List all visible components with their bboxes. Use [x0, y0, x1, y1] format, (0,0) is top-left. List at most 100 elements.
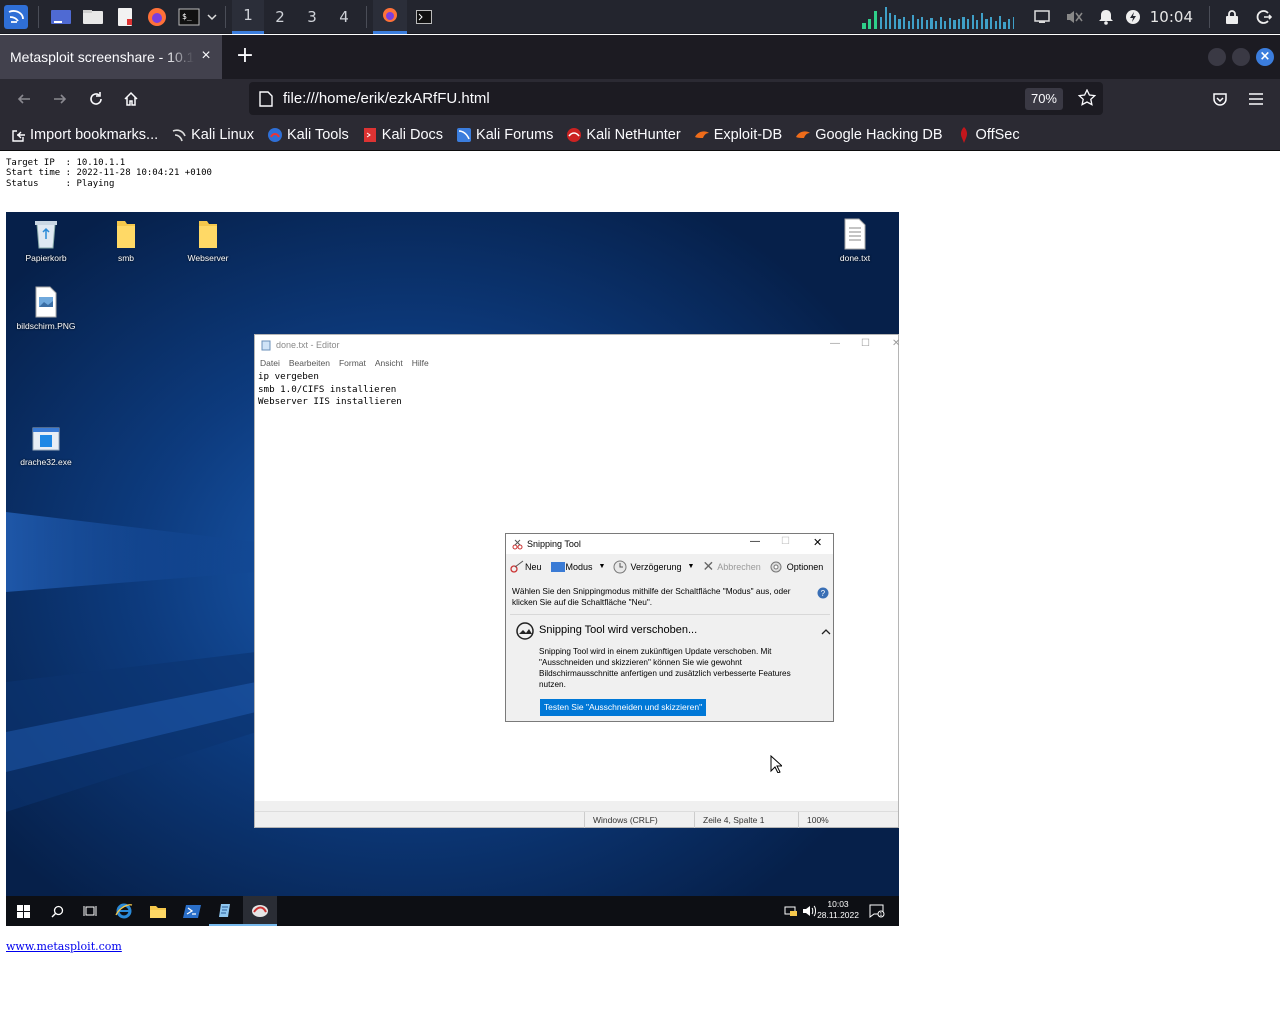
workspace-1[interactable]: 1	[232, 0, 264, 34]
taskbar-internet-explorer[interactable]	[107, 896, 141, 926]
firefox-icon[interactable]	[141, 0, 173, 34]
start-button[interactable]	[6, 896, 40, 926]
bookmark-import[interactable]: Import bookmarks...	[10, 127, 158, 143]
desktop-icon-done-txt[interactable]: done.txt	[815, 218, 895, 263]
notepad-titlebar[interactable]: done.txt - Editor — ☐ ✕	[255, 335, 899, 355]
terminal-icon[interactable]: $_	[173, 0, 205, 34]
workspace-4[interactable]: 4	[328, 0, 360, 34]
taskbar-snipping-tool[interactable]	[243, 896, 277, 926]
taskbar-search-button[interactable]	[40, 896, 74, 926]
snipping-notice-panel: Snipping Tool wird verschoben... Snippin…	[510, 614, 831, 720]
snipping-minimize-icon[interactable]: —	[750, 536, 760, 547]
menu-ansicht[interactable]: Ansicht	[375, 358, 403, 368]
kali-dragon-icon	[171, 127, 187, 143]
bookmark-kali-tools[interactable]: Kali Tools	[267, 127, 349, 143]
forward-button[interactable]	[48, 87, 72, 111]
bookmark-kali-nethunter[interactable]: Kali NetHunter	[566, 127, 681, 143]
notepad-menubar: Datei Bearbeiten Format Ansicht Hilfe	[255, 355, 898, 370]
notepad-text-area[interactable]: ip vergeben smb 1.0/CIFS installieren We…	[258, 371, 402, 409]
text-editor-icon[interactable]	[109, 0, 141, 34]
snipping-close-icon[interactable]: ✕	[813, 536, 822, 549]
desktop-icon-drache32-exe[interactable]: drache32.exe	[6, 424, 86, 467]
back-button[interactable]	[12, 87, 36, 111]
taskbar-clock[interactable]: 10:03 28.11.2022	[817, 899, 859, 921]
notepad-maximize-icon[interactable]: ☐	[861, 338, 870, 349]
bookmark-kali-docs[interactable]: Kali Docs	[362, 127, 443, 143]
menu-datei[interactable]: Datei	[260, 358, 280, 368]
desktop-icon-label: Papierkorb	[25, 253, 67, 263]
home-button[interactable]	[119, 87, 143, 111]
maximize-window-button[interactable]	[1232, 48, 1250, 66]
chevron-up-icon[interactable]	[821, 628, 831, 636]
snipping-titlebar[interactable]: Snipping Tool — ☐ ✕	[506, 534, 833, 554]
taskbar-firefox-window[interactable]	[373, 0, 407, 34]
taskbar-notepad[interactable]	[209, 896, 243, 926]
options-button[interactable]: Optionen	[769, 560, 823, 574]
new-snip-button[interactable]: Neu	[509, 560, 542, 574]
gear-icon	[770, 561, 782, 572]
new-snip-icon	[510, 560, 524, 573]
power-status-icon[interactable]	[1122, 0, 1144, 34]
notepad-minimize-icon[interactable]: —	[830, 338, 840, 349]
notepad-icon	[219, 904, 230, 917]
desktop-icon-recycle-bin[interactable]: Papierkorb	[6, 218, 86, 263]
bookmark-kali-linux[interactable]: Kali Linux	[171, 127, 254, 143]
show-desktop-icon[interactable]	[45, 0, 77, 34]
hamburger-menu-icon	[1249, 93, 1263, 105]
volume-tray-icon[interactable]	[802, 905, 816, 917]
logout-icon[interactable]	[1248, 0, 1280, 34]
delay-button[interactable]: Verzögerung ▼	[613, 560, 694, 574]
taskbar-powershell[interactable]	[175, 896, 209, 926]
bookmark-kali-forums[interactable]: Kali Forums	[456, 127, 553, 143]
tab-metasploit-screenshare[interactable]: Metasploit screenshare - 10.10.1.1 ×	[0, 35, 222, 79]
file-manager-icon[interactable]	[77, 0, 109, 34]
panel-clock[interactable]: 10:04	[1150, 8, 1193, 26]
notifications-bell-icon[interactable]	[1090, 0, 1122, 34]
status-zoom: 100%	[807, 815, 829, 825]
snipping-title: Snipping Tool	[527, 539, 581, 549]
kali-menu-icon[interactable]	[0, 0, 32, 34]
new-tab-button[interactable]: +	[233, 45, 257, 69]
reload-button[interactable]	[84, 87, 108, 111]
bookmark-offsec[interactable]: OffSec	[956, 126, 1020, 143]
pocket-button[interactable]	[1208, 87, 1232, 111]
url-text[interactable]: file:///home/erik/ezkARfFU.html	[283, 90, 490, 107]
bookmark-google-hacking-db[interactable]: Google Hacking DB	[795, 127, 943, 143]
close-tab-icon[interactable]: ×	[198, 48, 214, 64]
notepad-close-icon[interactable]: ✕	[892, 338, 899, 349]
try-snip-and-sketch-button[interactable]: Testen Sie "Ausschneiden und skizzieren"	[540, 699, 706, 716]
volume-muted-icon[interactable]	[1058, 0, 1090, 34]
action-center-icon[interactable]: 1	[869, 904, 885, 918]
taskbar-terminal-window[interactable]	[407, 0, 441, 34]
zoom-level-badge[interactable]: 70%	[1024, 88, 1063, 110]
menu-bearbeiten[interactable]: Bearbeiten	[289, 358, 330, 368]
lock-screen-icon[interactable]	[1216, 0, 1248, 34]
ghdb-icon	[795, 127, 811, 143]
task-view-button[interactable]	[73, 896, 107, 926]
menu-format[interactable]: Format	[339, 358, 366, 368]
minimize-window-button[interactable]	[1208, 48, 1226, 66]
snipping-tool-window[interactable]: Snipping Tool — ☐ ✕ Neu Modus ▼ Verzöger…	[505, 533, 834, 722]
horizontal-scrollbar[interactable]	[255, 801, 898, 811]
menu-hilfe[interactable]: Hilfe	[412, 358, 429, 368]
desktop-icon-webserver[interactable]: Webserver	[168, 218, 248, 263]
desktop-icon-bildschirm-png[interactable]: bildschirm.PNG	[6, 286, 86, 331]
mode-button[interactable]: Modus ▼	[550, 561, 605, 573]
chevron-down-icon[interactable]	[205, 0, 219, 34]
help-icon[interactable]: ?	[817, 587, 829, 599]
text-file-icon	[844, 218, 866, 250]
browser-tab-bar: Metasploit screenshare - 10.10.1.1 × + ×	[0, 35, 1280, 79]
taskbar-file-explorer[interactable]	[141, 896, 175, 926]
display-icon[interactable]	[1026, 0, 1058, 34]
windows-logo-icon	[16, 904, 30, 918]
app-menu-button[interactable]	[1244, 87, 1268, 111]
close-window-button[interactable]: ×	[1256, 48, 1274, 66]
url-bar[interactable]: file:///home/erik/ezkARfFU.html 70%	[249, 82, 1103, 115]
metasploit-link[interactable]: www.metasploit.com	[6, 940, 122, 953]
bookmark-exploit-db[interactable]: Exploit-DB	[694, 127, 782, 143]
network-tray-icon[interactable]	[784, 905, 798, 917]
desktop-icon-smb[interactable]: smb	[86, 218, 166, 263]
workspace-2[interactable]: 2	[264, 0, 296, 34]
bookmark-star-icon[interactable]	[1078, 89, 1096, 107]
workspace-3[interactable]: 3	[296, 0, 328, 34]
